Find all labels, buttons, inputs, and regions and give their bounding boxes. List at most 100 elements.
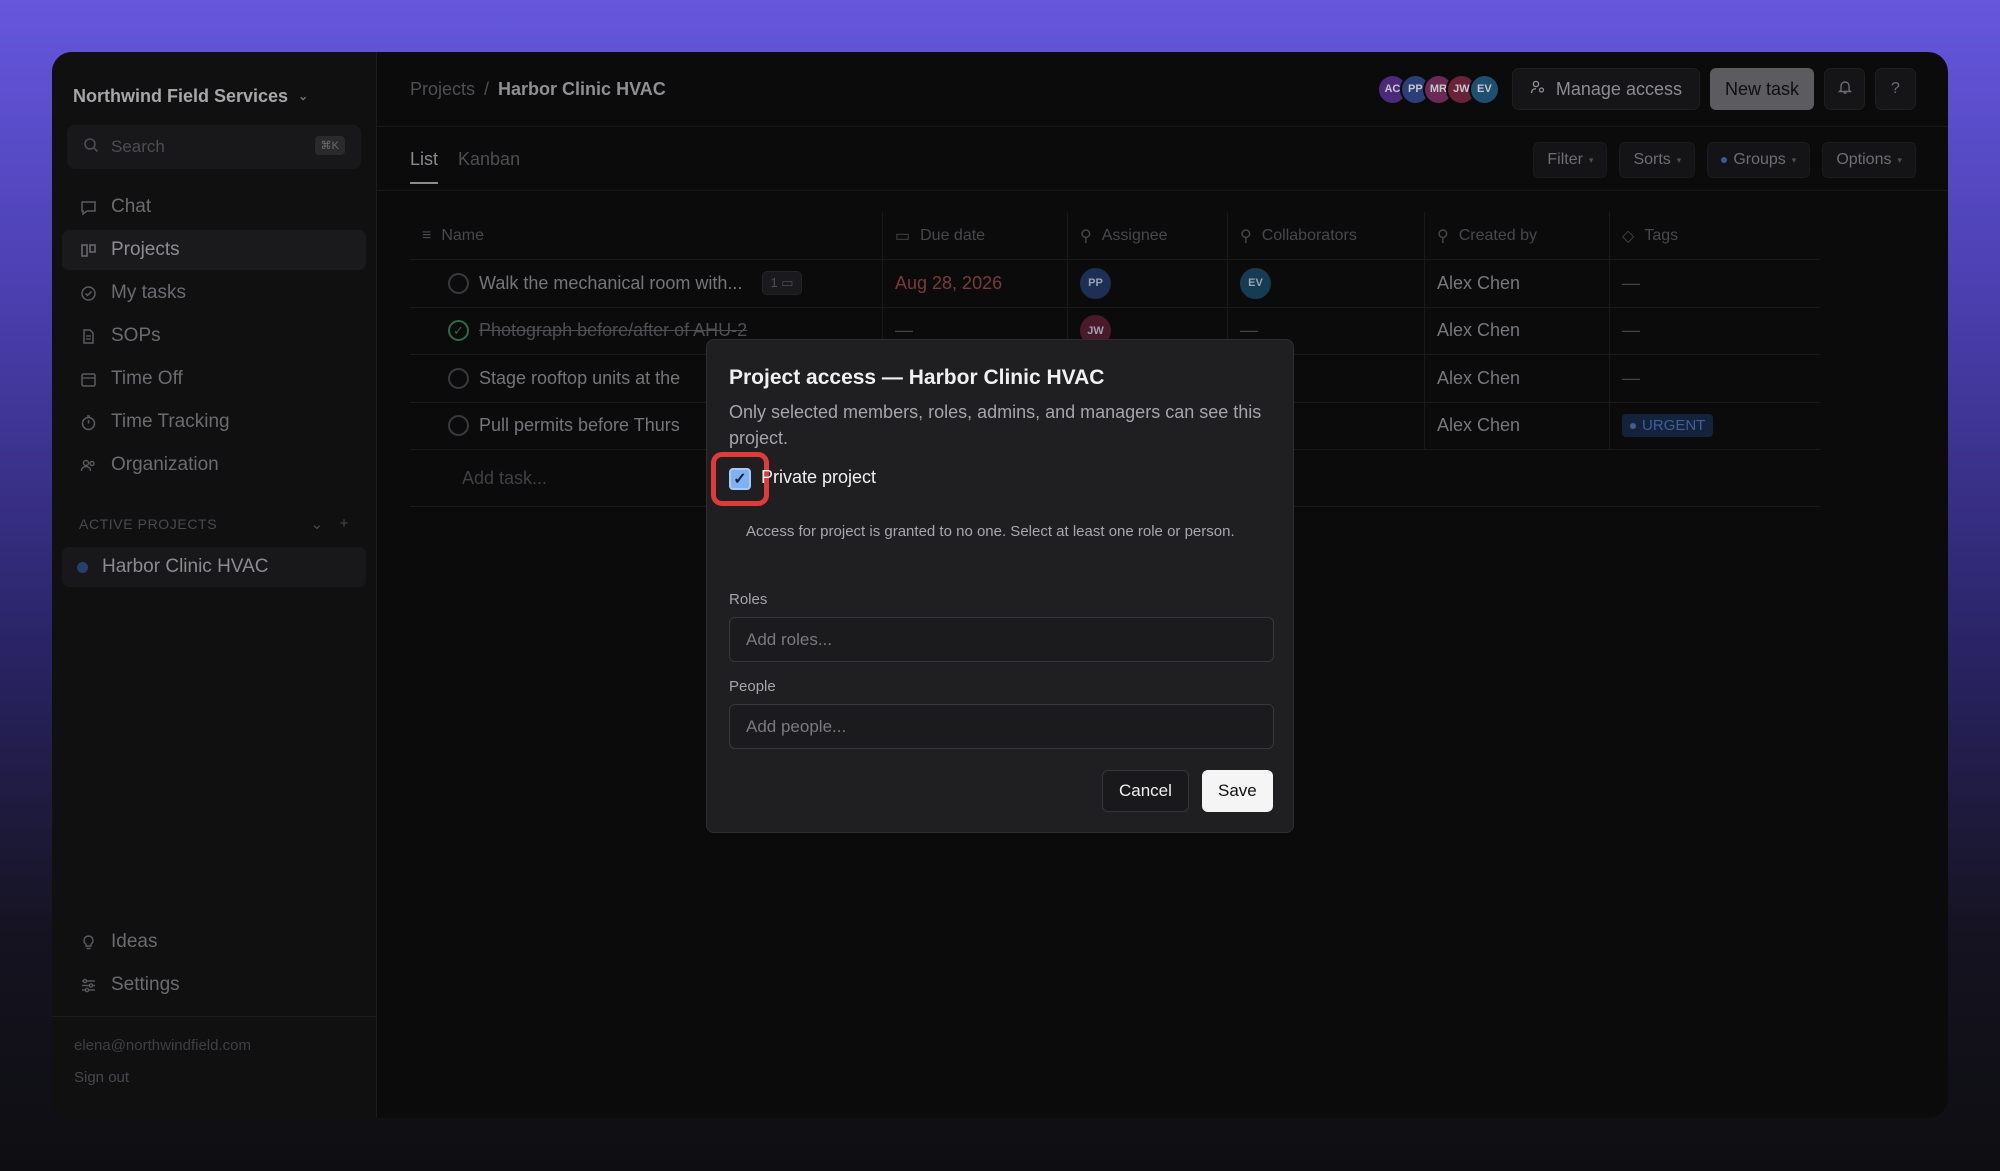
sorts-button[interactable]: Sorts ▾ xyxy=(1619,142,1696,178)
sidebar-footer: elena@northwindfield.com Sign out xyxy=(52,1016,376,1118)
notifications-button[interactable] xyxy=(1824,68,1865,110)
checkmark-icon: ✓ xyxy=(733,471,747,488)
breadcrumb-separator: / xyxy=(484,78,490,99)
sidebar-nav: Chat Projects My tasks SOPs Time Off Tim… xyxy=(62,187,366,485)
column-label: Collaborators xyxy=(1261,226,1357,244)
filter-label: Filter xyxy=(1547,151,1583,168)
task-name[interactable]: Photograph before/after of AHU-2 xyxy=(479,320,747,341)
sidebar: Northwind Field Services ⌄ Search ⌘K Cha… xyxy=(52,52,377,1118)
sidebar-bottom-nav: Ideas Settings xyxy=(62,922,366,1008)
table-row[interactable]: Walk the mechanical room with... 1 ▭ Aug … xyxy=(410,260,1820,308)
due-date: Aug 28, 2026 xyxy=(895,272,1003,293)
sidebar-item-sops[interactable]: SOPs xyxy=(62,316,366,356)
column-label: Tags xyxy=(1644,226,1679,244)
column-assignee[interactable]: ⚲ Assignee xyxy=(1068,212,1228,259)
member-avatar: EV xyxy=(1468,73,1500,105)
sidebar-item-my-tasks[interactable]: My tasks xyxy=(62,273,366,313)
breadcrumb-projects[interactable]: Projects xyxy=(410,79,475,100)
chevron-down-icon: ⌄ xyxy=(298,89,309,103)
comment-count-badge: 1 ▭ xyxy=(762,271,802,296)
sidebar-item-label: SOPs xyxy=(111,325,161,346)
header-actions: AC PP MR JW EV Manage access New task ? xyxy=(1376,68,1916,110)
view-tabs-bar: List Kanban Filter ▾ Sorts ▾ Groups ▾ Optio… xyxy=(377,127,1948,191)
search-placeholder: Search xyxy=(111,137,165,156)
tag-urgent[interactable]: URGENT xyxy=(1622,414,1714,438)
tags-empty: — xyxy=(1622,320,1640,341)
task-checkbox[interactable] xyxy=(448,415,469,437)
project-color-dot xyxy=(77,561,88,573)
sidebar-item-ideas[interactable]: Ideas xyxy=(62,922,366,962)
column-label: Name xyxy=(441,226,485,244)
task-name[interactable]: Pull permits before Thurs xyxy=(479,415,680,436)
projects-icon xyxy=(79,241,97,259)
task-name[interactable]: Stage rooftop units at the xyxy=(479,368,680,389)
caret-down-icon: ▾ xyxy=(1676,154,1682,165)
sidebar-item-chat[interactable]: Chat xyxy=(62,187,366,227)
sidebar-item-label: Projects xyxy=(111,239,180,260)
access-warning-note: Access for project is granted to no one.… xyxy=(746,523,1235,540)
options-button[interactable]: Options ▾ xyxy=(1822,142,1916,178)
column-created-by[interactable]: ⚲ Created by xyxy=(1425,212,1610,259)
private-project-checkbox[interactable]: ✓ xyxy=(729,468,751,490)
project-name: Harbor Clinic HVAC xyxy=(102,556,269,577)
caret-down-icon: ▾ xyxy=(1897,154,1902,165)
sidebar-item-projects[interactable]: Projects xyxy=(62,230,366,270)
top-bar: Projects / Harbor Clinic HVAC AC PP MR JW EV… xyxy=(377,52,1948,127)
search-shortcut: ⌘K xyxy=(314,136,345,155)
tab-kanban[interactable]: Kanban xyxy=(458,149,520,184)
cancel-button[interactable]: Cancel xyxy=(1102,770,1189,812)
tag-label: URGENT xyxy=(1642,417,1706,435)
task-checkbox[interactable] xyxy=(448,367,469,389)
column-name[interactable]: ≡ Name xyxy=(410,212,883,259)
calendar-icon: ▭ xyxy=(895,227,911,245)
manage-access-button[interactable]: Manage access xyxy=(1511,68,1700,110)
sidebar-item-time-off[interactable]: Time Off xyxy=(62,359,366,399)
workspace-name: Northwind Field Services xyxy=(73,85,289,106)
sidebar-item-label: Organization xyxy=(111,454,219,475)
tag-dot-icon xyxy=(1630,422,1636,429)
view-tabs: List Kanban xyxy=(410,149,520,184)
dialog-description: Only selected members, roles, admins, an… xyxy=(729,402,1262,448)
sliders-icon xyxy=(79,976,97,994)
save-button[interactable]: Save xyxy=(1202,770,1273,812)
lightbulb-icon xyxy=(79,933,97,951)
active-projects-heading: ACTIVE PROJECTS ⌄ + xyxy=(62,513,366,535)
options-label: Options xyxy=(1836,151,1892,168)
groups-label: Groups xyxy=(1733,151,1786,168)
roles-input[interactable] xyxy=(729,617,1274,662)
tags-empty: — xyxy=(1622,272,1640,293)
sidebar-item-label: Time Tracking xyxy=(111,411,230,432)
private-project-label[interactable]: Private project xyxy=(761,467,876,488)
person-icon: ⚲ xyxy=(1080,227,1092,245)
people-input[interactable] xyxy=(729,704,1274,749)
column-tags[interactable]: ◇ Tags xyxy=(1610,212,1820,259)
tab-list[interactable]: List xyxy=(410,149,439,184)
add-project-icon[interactable]: + xyxy=(340,515,349,533)
sign-out-link[interactable]: Sign out xyxy=(74,1069,354,1086)
sidebar-item-time-tracking[interactable]: Time Tracking xyxy=(62,402,366,442)
caret-down-icon: ▾ xyxy=(1588,154,1594,165)
sidebar-item-label: Settings xyxy=(111,974,180,995)
column-due-date[interactable]: ▭ Due date xyxy=(883,212,1068,259)
sidebar-project-harbor-clinic[interactable]: Harbor Clinic HVAC xyxy=(62,547,366,587)
new-task-button[interactable]: New task xyxy=(1709,68,1814,110)
member-avatars[interactable]: AC PP MR JW EV xyxy=(1376,73,1500,105)
task-checkbox[interactable] xyxy=(448,272,469,294)
task-checkbox-done[interactable]: ✓ xyxy=(448,320,469,342)
project-access-dialog: Project access — Harbor Clinic HVAC Only… xyxy=(706,339,1294,833)
assignee-avatar: PP xyxy=(1080,267,1111,299)
people-label: People xyxy=(729,678,776,695)
groups-button[interactable]: Groups ▾ xyxy=(1707,142,1811,178)
filter-button[interactable]: Filter ▾ xyxy=(1533,142,1608,178)
person-icon: ⚲ xyxy=(1240,227,1252,245)
document-icon xyxy=(79,327,97,345)
sidebar-item-organization[interactable]: Organization xyxy=(62,445,366,485)
search-input[interactable]: Search ⌘K xyxy=(67,125,361,169)
column-collaborators[interactable]: ⚲ Collaborators xyxy=(1228,212,1425,259)
chevron-down-icon[interactable]: ⌄ xyxy=(310,515,323,533)
sidebar-item-label: My tasks xyxy=(111,282,186,303)
task-name[interactable]: Walk the mechanical room with... xyxy=(479,273,742,294)
workspace-switcher[interactable]: Northwind Field Services ⌄ xyxy=(62,80,366,112)
sidebar-item-settings[interactable]: Settings xyxy=(62,965,366,1005)
help-button[interactable]: ? xyxy=(1875,68,1916,110)
